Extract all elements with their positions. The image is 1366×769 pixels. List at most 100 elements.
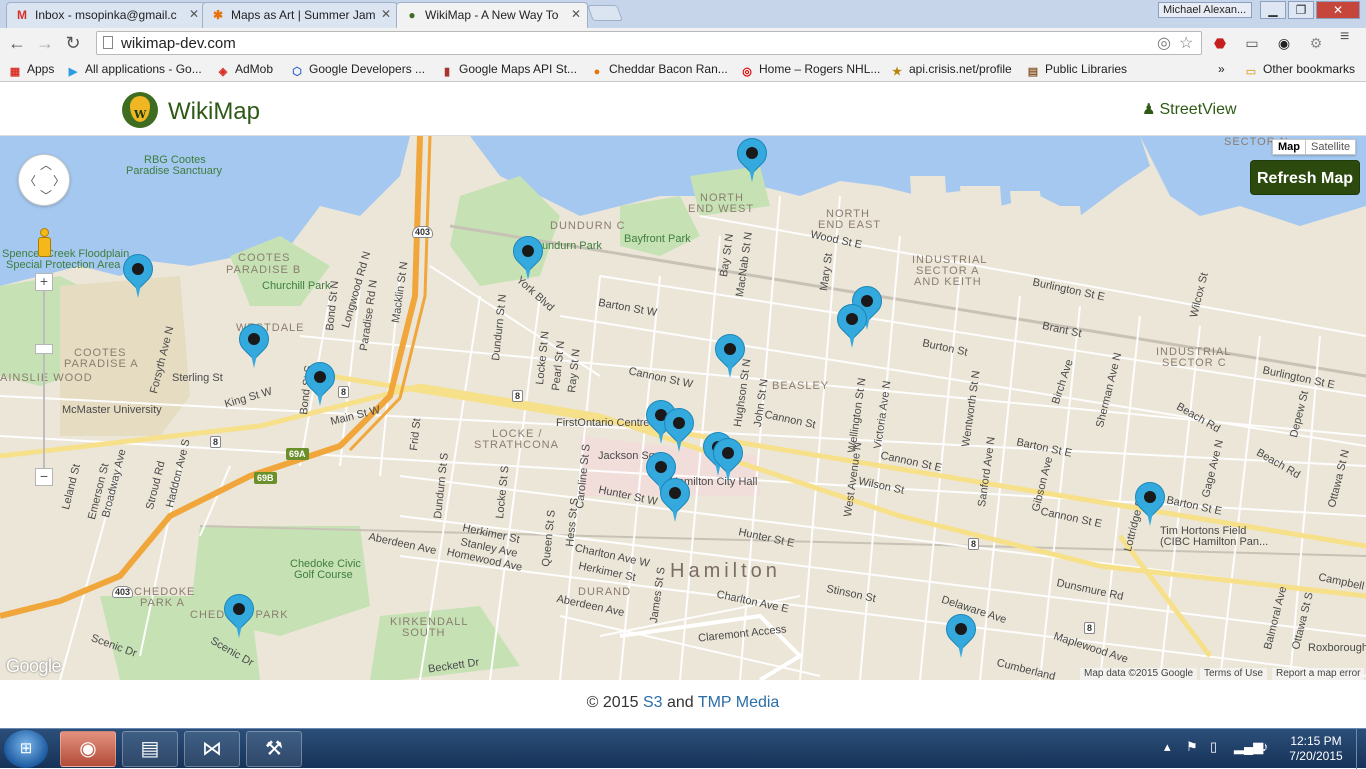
streetview-link[interactable]: ♟ StreetView [1142, 100, 1237, 119]
wikimap-logo[interactable]: W [122, 92, 158, 128]
map-marker[interactable] [657, 401, 701, 454]
map-marker[interactable] [1128, 475, 1172, 528]
map-marker[interactable] [706, 431, 750, 484]
zoom-in-button[interactable]: + [35, 273, 53, 291]
street-label: Sterling St [172, 372, 223, 384]
map-marker[interactable] [298, 355, 342, 408]
incognito-glasses-icon[interactable]: ◉ [1274, 33, 1294, 53]
bookmark-crisis-net[interactable]: ★ api.crisis.net/profile [890, 62, 1012, 79]
zoom-slider-track[interactable] [43, 282, 45, 476]
map-marker[interactable] [830, 297, 874, 350]
map-label: BEASLEY [772, 380, 830, 392]
tab-title: WikiMap - A New Way To [425, 8, 559, 22]
new-tab-button[interactable] [587, 5, 623, 21]
refresh-map-button[interactable]: Refresh Map [1250, 160, 1360, 195]
taskbar-chrome[interactable]: ◉ [60, 731, 116, 767]
map-label: END WEST [688, 203, 755, 215]
site-footer: © 2015 S3 and TMP Media [0, 680, 1366, 728]
google-logo[interactable]: Google [6, 656, 62, 677]
taskbar-explorer[interactable]: ▤ [122, 731, 178, 767]
pan-right-icon[interactable]: 〉 [53, 172, 65, 189]
ramp-shield: 69B [254, 472, 277, 484]
map-label: SECTOR C [1162, 357, 1227, 369]
star-icon: ★ [892, 66, 902, 78]
zoom-out-button[interactable]: − [35, 468, 53, 486]
tab-maps-as-art[interactable]: ✱ Maps as Art | Summer Jam ✕ [202, 2, 398, 28]
close-icon[interactable]: ✕ [571, 7, 581, 21]
street-label: Roxborough [1308, 642, 1366, 654]
cheddar-icon: ● [593, 66, 601, 78]
wikimap-favicon-icon: ● [408, 8, 416, 22]
windows-taskbar: ⊞ ◉ ▤ ⋈ ⚒ ▴ ⚑ ▯ ▂▄▆ ♪ 12:15 PM 7/20/2015 [0, 728, 1366, 769]
bookmark-google-developers[interactable]: ⬡ Google Developers ... [290, 62, 425, 79]
pan-left-icon[interactable]: 〈 [24, 172, 36, 189]
map-canvas[interactable]: RBG Cootes Paradise Sanctuary Spencer Cr… [0, 136, 1366, 680]
forward-icon[interactable]: → [34, 32, 56, 54]
reload-icon[interactable]: ↻ [62, 32, 84, 54]
bookmark-public-libraries[interactable]: ▤ Public Libraries [1026, 62, 1127, 79]
chrome-menu-icon[interactable]: ≡ [1340, 29, 1356, 45]
map-marker[interactable] [653, 471, 697, 524]
pan-down-icon[interactable]: ﹀ [40, 187, 52, 204]
url-text[interactable]: wikimap-dev.com [121, 35, 236, 52]
map-marker[interactable] [730, 136, 774, 184]
bookmarks-overflow-button[interactable]: » [1218, 62, 1225, 76]
bookmark-all-applications[interactable]: ▶ All applications - Go... [66, 62, 202, 79]
bookmark-cheddar[interactable]: ● Cheddar Bacon Ran... [590, 62, 728, 79]
taskbar-visual-studio[interactable]: ⋈ [184, 731, 240, 767]
map-label: DUNDURN C [550, 220, 626, 232]
zoom-slider-thumb[interactable] [35, 344, 53, 354]
pan-up-icon[interactable]: ︿ [40, 156, 52, 173]
bookmark-rogers-nhl[interactable]: ◎ Home – Rogers NHL... [740, 62, 880, 79]
ramp-shield: 69A [286, 448, 309, 460]
close-icon[interactable]: ✕ [189, 7, 199, 21]
network-icon[interactable]: ▂▄▆ [1234, 739, 1263, 755]
map-marker[interactable] [232, 317, 276, 370]
bookmark-admob[interactable]: ◈ AdMob [216, 62, 273, 79]
tab-wikimap[interactable]: ● WikiMap - A New Way To ✕ [396, 2, 588, 28]
map-label: AINSLIE WOOD [0, 372, 93, 384]
cast-icon[interactable]: ▭ [1242, 33, 1262, 53]
google-developers-icon: ⬡ [292, 66, 302, 78]
bookmark-star-icon[interactable]: ☆ [1179, 33, 1193, 53]
tmp-media-link[interactable]: TMP Media [698, 694, 780, 711]
tray-expand-icon[interactable]: ▴ [1164, 739, 1171, 755]
map-type-satellite-button[interactable]: Satellite [1306, 140, 1355, 154]
brand-title[interactable]: WikiMap [168, 98, 260, 126]
profile-button[interactable]: Michael Alexan... [1158, 2, 1252, 18]
map-type-map-button[interactable]: Map [1273, 140, 1306, 154]
bookmark-apps[interactable]: ▦ Apps [8, 62, 55, 79]
pan-control[interactable]: ︿ 〈 〉 ﹀ [18, 154, 70, 206]
other-bookmarks[interactable]: ▭ Other bookmarks [1244, 62, 1355, 79]
minimize-button[interactable]: ▁ [1260, 1, 1286, 19]
start-button[interactable]: ⊞ [4, 730, 48, 768]
map-marker[interactable] [939, 607, 983, 660]
tab-strip: M Inbox - msopinka@gmail.c ✕ ✱ Maps as A… [0, 0, 1366, 28]
close-icon[interactable]: ✕ [381, 7, 391, 21]
admob-icon: ◈ [218, 66, 228, 78]
adblock-icon[interactable]: ⬣ [1210, 33, 1230, 53]
show-desktop-button[interactable] [1356, 729, 1366, 769]
map-marker[interactable] [708, 327, 752, 380]
map-marker[interactable] [116, 247, 160, 300]
taskbar-tools[interactable]: ⚒ [246, 731, 302, 767]
location-icon[interactable]: ◎ [1157, 33, 1171, 53]
map-marker[interactable] [217, 587, 261, 640]
window-close-button[interactable]: ✕ [1316, 1, 1360, 19]
map-label: COOTES [238, 252, 291, 264]
address-bar[interactable]: wikimap-dev.com ◎ ☆ [96, 31, 1202, 55]
terms-of-use-link[interactable]: Terms of Use [1200, 668, 1267, 680]
action-center-icon[interactable]: ⚑ [1186, 739, 1198, 755]
report-map-error-link[interactable]: Report a map error [1272, 668, 1365, 680]
s3-link[interactable]: S3 [643, 694, 663, 711]
tab-gmail[interactable]: M Inbox - msopinka@gmail.c ✕ [6, 2, 206, 28]
map-marker[interactable] [506, 229, 550, 282]
pegman-icon[interactable] [36, 228, 52, 260]
extension-icon[interactable]: ⚙ [1306, 33, 1326, 53]
system-clock[interactable]: 12:15 PM 7/20/2015 [1284, 734, 1348, 764]
back-icon[interactable]: ← [6, 32, 28, 54]
maximize-button[interactable]: ❐ [1288, 1, 1314, 19]
volume-muted-icon[interactable]: ♪ [1262, 739, 1269, 754]
bookmark-maps-api[interactable]: ▮ Google Maps API St... [440, 62, 577, 79]
battery-icon[interactable]: ▯ [1210, 739, 1217, 755]
